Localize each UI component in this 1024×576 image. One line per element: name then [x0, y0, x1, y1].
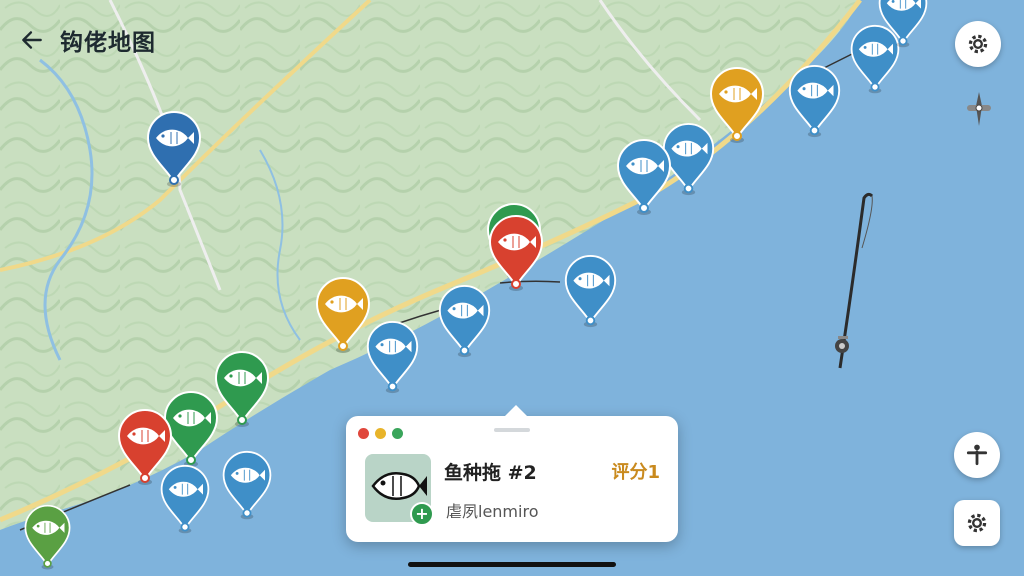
- gear-icon: [968, 34, 988, 54]
- person-button[interactable]: [954, 432, 1000, 478]
- fish-icon: [222, 450, 272, 520]
- map-marker[interactable]: [144, 110, 204, 188]
- fish-icon: [315, 277, 371, 353]
- map-marker[interactable]: [158, 464, 212, 534]
- map-marker[interactable]: [313, 276, 373, 354]
- map-marker[interactable]: [562, 254, 619, 328]
- home-indicator[interactable]: [408, 562, 616, 567]
- fish-icon: [616, 139, 672, 215]
- settings-button-bottom[interactable]: [954, 500, 1000, 546]
- fish-icon: [146, 111, 202, 187]
- fish-icon: [564, 255, 617, 328]
- fish-icon: [878, 0, 928, 48]
- maximize-dot[interactable]: [392, 428, 403, 439]
- minimize-dot[interactable]: [375, 428, 386, 439]
- drag-handle[interactable]: [494, 428, 530, 432]
- map-marker[interactable]: [786, 64, 843, 138]
- spot-rating: 评分1: [611, 462, 660, 483]
- fish-icon: [160, 464, 210, 534]
- spot-subtitle: 虐夙lenmiro: [446, 502, 539, 521]
- map-marker[interactable]: [614, 138, 674, 216]
- gear-icon: [967, 513, 987, 533]
- page-title: 钩佬地图: [60, 30, 156, 56]
- fish-icon: [488, 215, 544, 291]
- fish-icon: [24, 504, 71, 570]
- fish-icon: [438, 285, 491, 358]
- add-spot-button[interactable]: +: [410, 502, 434, 526]
- compass-button[interactable]: [962, 90, 996, 128]
- map-marker[interactable]: [876, 0, 930, 48]
- map-marker[interactable]: [220, 450, 274, 520]
- map-marker[interactable]: [22, 504, 73, 570]
- arrow-left-icon: [22, 31, 42, 49]
- person-icon: [966, 444, 988, 466]
- settings-button-top[interactable]: [955, 21, 1001, 67]
- fishing-rod-icon: [835, 192, 874, 369]
- map-marker[interactable]: [486, 214, 546, 292]
- map-marker[interactable]: [212, 350, 272, 428]
- fish-icon: [788, 65, 841, 138]
- close-dot[interactable]: [358, 428, 369, 439]
- back-button[interactable]: [14, 22, 50, 58]
- spot-name: 鱼种拖 #2: [444, 462, 537, 484]
- window-controls: [358, 428, 403, 439]
- fish-icon: [214, 351, 270, 427]
- spot-info-card[interactable]: + 鱼种拖 #2 评分1 虐夙lenmiro: [346, 405, 678, 542]
- header: 钩佬地图: [14, 22, 156, 58]
- compass-icon: [967, 92, 991, 126]
- fish-icon: [371, 472, 427, 500]
- fishing-rod-marker[interactable]: [826, 188, 882, 378]
- map-marker[interactable]: [436, 284, 493, 358]
